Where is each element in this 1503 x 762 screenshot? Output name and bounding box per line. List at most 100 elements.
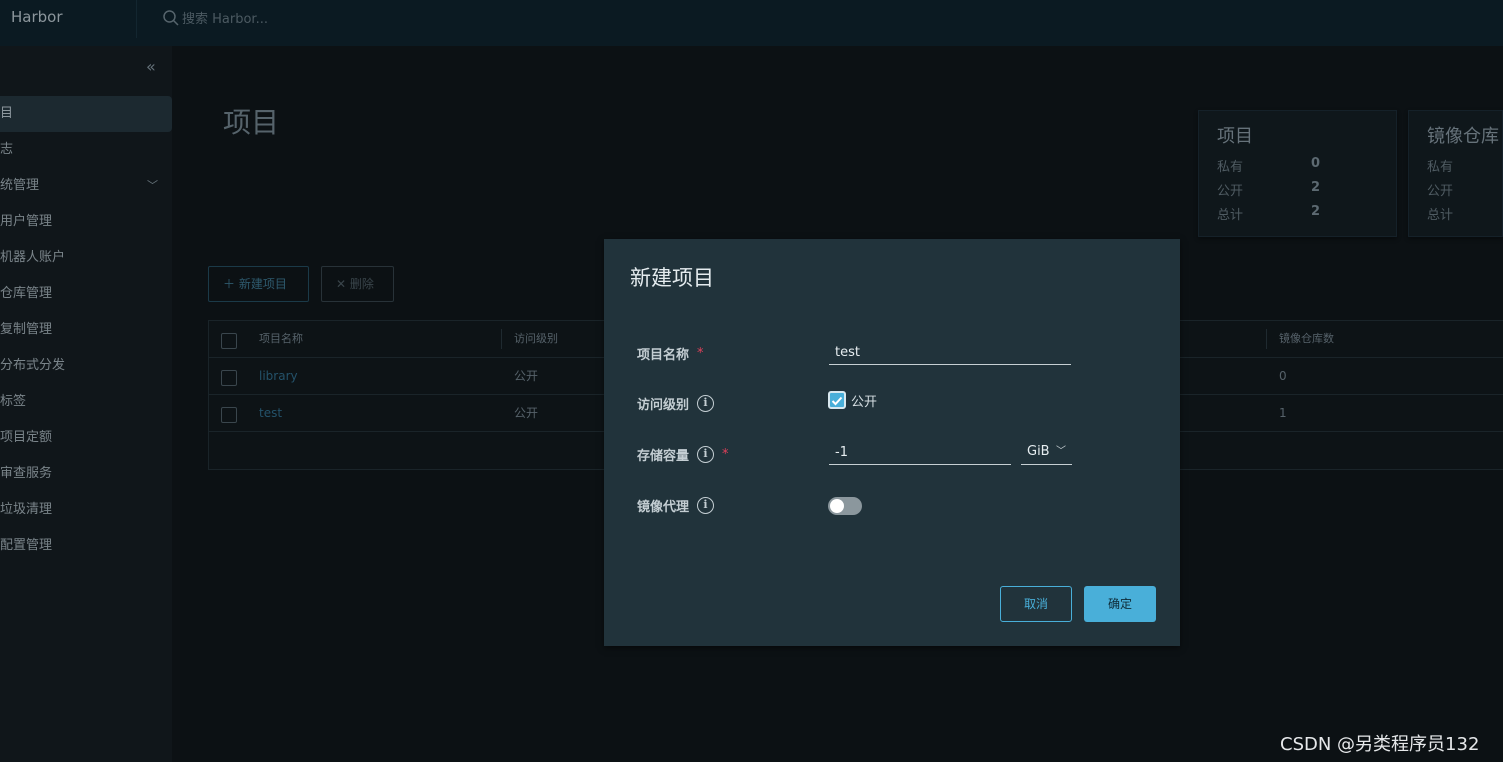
public-checkbox-label[interactable]: 公开 bbox=[851, 391, 877, 410]
sidebar-item-registries[interactable]: 仓库管理 bbox=[0, 276, 172, 312]
stat-key: 私有 bbox=[1217, 160, 1244, 175]
stat-value: 0 bbox=[1311, 156, 1321, 171]
repo-stats-card: 镜像仓库 私有 公开 总计 bbox=[1408, 110, 1503, 237]
label-text: 镜像代理 bbox=[637, 500, 690, 515]
sidebar-item-label: 统管理 bbox=[0, 178, 40, 193]
sidebar-item-logs[interactable]: 志 bbox=[0, 132, 172, 168]
project-stats-card: 项目 私有 0 公开 2 总计 2 bbox=[1198, 110, 1397, 237]
stat-row: 私有 0 bbox=[1217, 156, 1327, 175]
project-name-link[interactable]: library bbox=[259, 358, 298, 394]
sidebar-item-label: 垃圾清理 bbox=[0, 502, 53, 517]
storage-quota-label: 存储容量 i * bbox=[637, 445, 729, 464]
sidebar-item-label: 用户管理 bbox=[0, 214, 53, 229]
selected-unit: GiB bbox=[1027, 444, 1050, 459]
row-checkbox[interactable] bbox=[221, 370, 237, 386]
label-text: 存储容量 bbox=[637, 449, 690, 464]
stat-row: 公开 bbox=[1427, 180, 1503, 199]
row-checkbox[interactable] bbox=[221, 407, 237, 423]
search-icon bbox=[163, 9, 179, 26]
column-header-access[interactable]: 访问级别 bbox=[514, 321, 558, 357]
column-divider bbox=[501, 329, 502, 349]
toggle-knob bbox=[830, 499, 844, 513]
proxy-cache-toggle[interactable] bbox=[828, 497, 862, 515]
cancel-button[interactable]: 取消 bbox=[1000, 586, 1072, 622]
project-name-label: 项目名称 * bbox=[637, 344, 704, 363]
sidebar-item-label: 配置管理 bbox=[0, 538, 53, 553]
info-icon[interactable]: i bbox=[697, 395, 715, 412]
page-title: 项目 bbox=[223, 106, 280, 139]
stat-row: 总计 bbox=[1427, 204, 1503, 223]
modal-title: 新建项目 bbox=[630, 266, 714, 290]
delete-button[interactable]: ✕ 删除 bbox=[321, 266, 394, 302]
access-level-label: 访问级别 i bbox=[637, 394, 715, 413]
access-level: 公开 bbox=[514, 406, 539, 420]
label-text: 访问级别 bbox=[637, 398, 690, 413]
sidebar-item-interrogation[interactable]: 审查服务 bbox=[0, 456, 172, 492]
stat-value: 2 bbox=[1311, 204, 1321, 219]
card-title: 项目 bbox=[1217, 126, 1253, 147]
storage-quota-input[interactable] bbox=[829, 441, 1011, 465]
repo-count: 0 bbox=[1279, 369, 1287, 383]
sidebar-item-gc[interactable]: 垃圾清理 bbox=[0, 492, 172, 528]
header-divider bbox=[136, 0, 137, 38]
repo-count: 1 bbox=[1279, 406, 1287, 420]
project-name-input[interactable] bbox=[829, 341, 1071, 365]
chevron-down-icon: ﹀ bbox=[147, 179, 158, 192]
stat-key: 公开 bbox=[1427, 184, 1454, 199]
stat-row: 公开 2 bbox=[1217, 180, 1327, 199]
select-all-checkbox[interactable] bbox=[221, 333, 237, 349]
confirm-button[interactable]: 确定 bbox=[1084, 586, 1156, 622]
required-marker: * bbox=[722, 447, 729, 462]
public-checkbox[interactable] bbox=[828, 391, 846, 409]
sidebar-item-quotas[interactable]: 项目定额 bbox=[0, 420, 172, 456]
sidebar-item-label: 项目定额 bbox=[0, 430, 53, 445]
new-project-modal: 新建项目 项目名称 * 访问级别 i 公开 存储容量 i * GiB ﹀ 镜像代理 i 取消… bbox=[604, 239, 1180, 646]
sidebar-item-replication[interactable]: 复制管理 bbox=[0, 312, 172, 348]
sidebar-item-label: 复制管理 bbox=[0, 322, 53, 337]
sidebar-item-projects[interactable]: 目 bbox=[0, 96, 172, 132]
card-title: 镜像仓库 bbox=[1427, 126, 1499, 147]
sidebar-item-label: 志 bbox=[0, 142, 14, 157]
stat-row: 总计 2 bbox=[1217, 204, 1327, 223]
search-placeholder: 搜索 Harbor... bbox=[182, 12, 268, 27]
required-marker: * bbox=[697, 346, 704, 361]
sidebar-item-users[interactable]: 用户管理 bbox=[0, 204, 172, 240]
plus-icon: ＋ bbox=[223, 277, 239, 291]
stat-value: 2 bbox=[1311, 180, 1321, 195]
column-divider bbox=[1266, 329, 1267, 349]
collapse-sidebar-icon[interactable]: « bbox=[146, 57, 156, 76]
stat-key: 总计 bbox=[1217, 208, 1244, 223]
stat-key: 总计 bbox=[1427, 208, 1454, 223]
column-header-name[interactable]: 项目名称 bbox=[259, 321, 303, 357]
sidebar-item-label: 分布式分发 bbox=[0, 358, 66, 373]
sidebar-item-config[interactable]: 配置管理 bbox=[0, 528, 172, 564]
proxy-cache-label: 镜像代理 i bbox=[637, 496, 715, 515]
watermark-text: CSDN @另类程序员132 bbox=[1280, 734, 1480, 755]
sidebar-item-label: 目 bbox=[0, 106, 14, 121]
project-name-link[interactable]: test bbox=[259, 395, 282, 431]
info-icon[interactable]: i bbox=[697, 446, 715, 463]
sidebar-item-label: 机器人账户 bbox=[0, 250, 66, 265]
checkmark-icon bbox=[831, 396, 843, 406]
sidebar-item-robot-accounts[interactable]: 机器人账户 bbox=[0, 240, 172, 276]
new-project-button[interactable]: ＋ 新建项目 bbox=[208, 266, 309, 302]
delete-label: 删除 bbox=[349, 277, 374, 291]
sidebar-item-distribution[interactable]: 分布式分发 bbox=[0, 348, 172, 384]
new-project-label: 新建项目 bbox=[238, 277, 287, 291]
stat-key: 私有 bbox=[1427, 160, 1454, 175]
sidebar-item-admin[interactable]: 统管理 ﹀ bbox=[0, 168, 172, 204]
storage-unit-select[interactable]: GiB ﹀ bbox=[1021, 441, 1072, 465]
stat-key: 公开 bbox=[1217, 184, 1244, 199]
column-header-repos[interactable]: 镜像仓库数 bbox=[1279, 321, 1334, 357]
top-header: Harbor 搜索 Harbor... bbox=[0, 0, 1503, 46]
sidebar-item-label: 仓库管理 bbox=[0, 286, 53, 301]
access-level: 公开 bbox=[514, 369, 539, 383]
sidebar-item-label: 标签 bbox=[0, 394, 27, 409]
label-text: 项目名称 bbox=[637, 348, 690, 363]
sidebar-item-labels[interactable]: 标签 bbox=[0, 384, 172, 420]
global-search[interactable]: 搜索 Harbor... bbox=[162, 8, 268, 27]
sidebar-item-label: 审查服务 bbox=[0, 466, 53, 481]
info-icon[interactable]: i bbox=[697, 497, 715, 514]
brand-name[interactable]: Harbor bbox=[11, 8, 63, 26]
stat-row: 私有 bbox=[1427, 156, 1503, 175]
